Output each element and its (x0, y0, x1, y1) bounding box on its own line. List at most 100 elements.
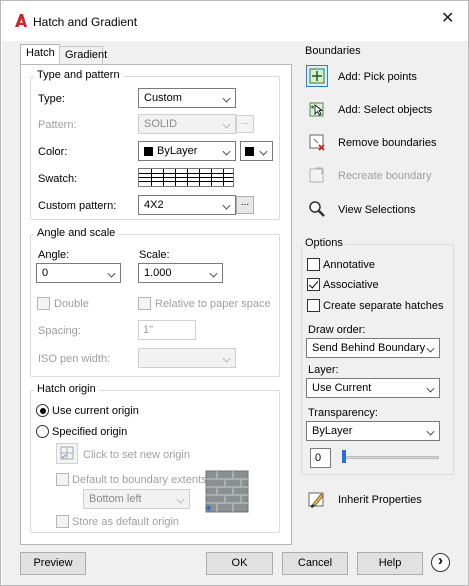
remove-boundaries-icon (309, 134, 325, 151)
relative-paper-space-checkbox (138, 297, 151, 310)
angle-select[interactable]: 0 (36, 263, 121, 283)
transparency-label: Transparency: (308, 407, 378, 419)
select-objects-label[interactable]: Add: Select objects (338, 104, 432, 116)
ok-button[interactable]: OK (206, 552, 273, 575)
pattern-browse-button: ... (236, 115, 254, 133)
chevron-down-icon (222, 354, 231, 363)
double-label: Double (54, 298, 89, 310)
pick-points-button[interactable] (306, 65, 328, 87)
chevron-down-icon (222, 147, 231, 156)
inherit-properties-label[interactable]: Inherit Properties (338, 494, 422, 506)
boundary-position-value: Bottom left (89, 493, 142, 505)
spacing-label: Spacing: (38, 325, 81, 337)
double-checkbox (37, 297, 50, 310)
help-button[interactable]: Help (357, 552, 423, 575)
custom-pattern-browse-button[interactable]: ... (236, 196, 254, 214)
annotative-checkbox[interactable] (307, 258, 320, 271)
chevron-down-icon (222, 120, 231, 129)
remove-boundaries-button[interactable] (306, 131, 328, 153)
scale-label: Scale: (139, 249, 170, 261)
pattern-label: Pattern: (38, 119, 77, 131)
scale-select[interactable]: 1.000 (138, 263, 223, 283)
color-select[interactable]: ByLayer (138, 141, 236, 161)
chevron-down-icon (222, 201, 231, 210)
color-label: Color: (38, 146, 68, 158)
transparency-select[interactable]: ByLayer (306, 421, 440, 441)
use-current-origin-radio[interactable] (36, 404, 49, 417)
inherit-properties-button[interactable] (306, 488, 328, 510)
brick-pattern-icon (139, 169, 233, 186)
custom-pattern-label: Custom pattern: (38, 200, 117, 212)
pick-points-icon (309, 68, 325, 84)
default-boundary-extents-label: Default to boundary extents (72, 474, 207, 486)
angle-label: Angle: (38, 249, 70, 261)
type-pattern-title: Type and pattern (34, 69, 123, 81)
store-default-origin-checkbox (56, 515, 69, 528)
set-origin-icon (60, 446, 74, 460)
separate-hatches-checkbox[interactable] (307, 299, 320, 312)
default-boundary-extents-checkbox (56, 473, 69, 486)
boundary-position-select: Bottom left (83, 489, 190, 509)
angle-scale-title: Angle and scale (34, 227, 119, 239)
boundaries-title: Boundaries (302, 45, 364, 57)
swatch-label: Swatch: (38, 173, 78, 185)
hatch-origin-title: Hatch origin (34, 383, 99, 395)
cancel-button[interactable]: Cancel (282, 552, 348, 575)
store-default-origin-label: Store as default origin (72, 516, 180, 528)
iso-pen-width-label: ISO pen width: (38, 353, 111, 365)
specified-origin-radio[interactable] (36, 425, 49, 438)
pattern-select: SOLID (138, 114, 236, 134)
chevron-down-icon (222, 94, 231, 103)
associative-label: Associative (323, 279, 379, 291)
custom-pattern-select[interactable]: 4X2 (138, 195, 236, 215)
spacing-value: 1" (143, 324, 154, 336)
radio-selected-dot (39, 407, 46, 414)
separate-hatches-label: Create separate hatches (323, 300, 444, 312)
view-selections-label[interactable]: View Selections (338, 204, 415, 216)
relative-paper-space-label: Relative to paper space (155, 298, 271, 310)
transparency-number-field[interactable]: 0 (310, 448, 331, 468)
select-objects-button[interactable] (306, 98, 328, 120)
transparency-slider-thumb[interactable] (342, 450, 346, 463)
tab-gradient[interactable]: Gradient (59, 46, 107, 64)
chevron-down-icon (209, 269, 218, 278)
paintbrush-icon (308, 492, 324, 508)
specified-origin-label: Specified origin (52, 426, 128, 438)
set-origin-button (56, 443, 78, 464)
background-color-swatch-icon (245, 147, 254, 156)
magnifier-icon (309, 201, 325, 217)
dialog-title: Hatch and Gradient (33, 15, 138, 29)
chevron-down-icon (259, 147, 268, 156)
associative-checkbox[interactable] (307, 278, 320, 291)
type-select[interactable]: Custom (138, 88, 236, 108)
preview-button[interactable]: Preview (20, 552, 86, 575)
more-options-button[interactable]: › (431, 553, 450, 572)
color-select-value: ByLayer (157, 145, 198, 157)
remove-boundaries-label[interactable]: Remove boundaries (338, 137, 436, 149)
draw-order-label: Draw order: (308, 324, 366, 336)
tab-hatch[interactable]: Hatch (20, 44, 60, 65)
chevron-down-icon (107, 269, 116, 278)
tab-gradient-label: Gradient (65, 49, 108, 61)
use-current-origin-label: Use current origin (52, 405, 139, 417)
layer-select[interactable]: Use Current (306, 378, 440, 398)
close-icon[interactable]: ✕ (441, 11, 454, 27)
custom-pattern-value: 4X2 (144, 199, 164, 211)
chevron-down-icon (426, 384, 435, 393)
pick-points-label[interactable]: Add: Pick points (338, 71, 417, 83)
layer-value: Use Current (312, 382, 372, 394)
background-color-select[interactable] (240, 141, 273, 161)
pattern-swatch[interactable] (138, 168, 234, 187)
transparency-slider-track[interactable] (343, 456, 439, 459)
chevron-down-icon (426, 427, 435, 436)
recreate-boundary-button (306, 164, 328, 186)
view-selections-button[interactable] (306, 198, 328, 220)
chevron-down-icon (426, 344, 435, 353)
options-title: Options (302, 237, 346, 249)
draw-order-select[interactable]: Send Behind Boundary (306, 338, 440, 358)
pattern-select-value: SOLID (144, 118, 178, 130)
type-label: Type: (38, 93, 65, 105)
draw-order-value: Send Behind Boundary (312, 342, 426, 354)
checkmark-icon (308, 278, 319, 289)
recreate-boundary-label: Recreate boundary (338, 170, 432, 182)
